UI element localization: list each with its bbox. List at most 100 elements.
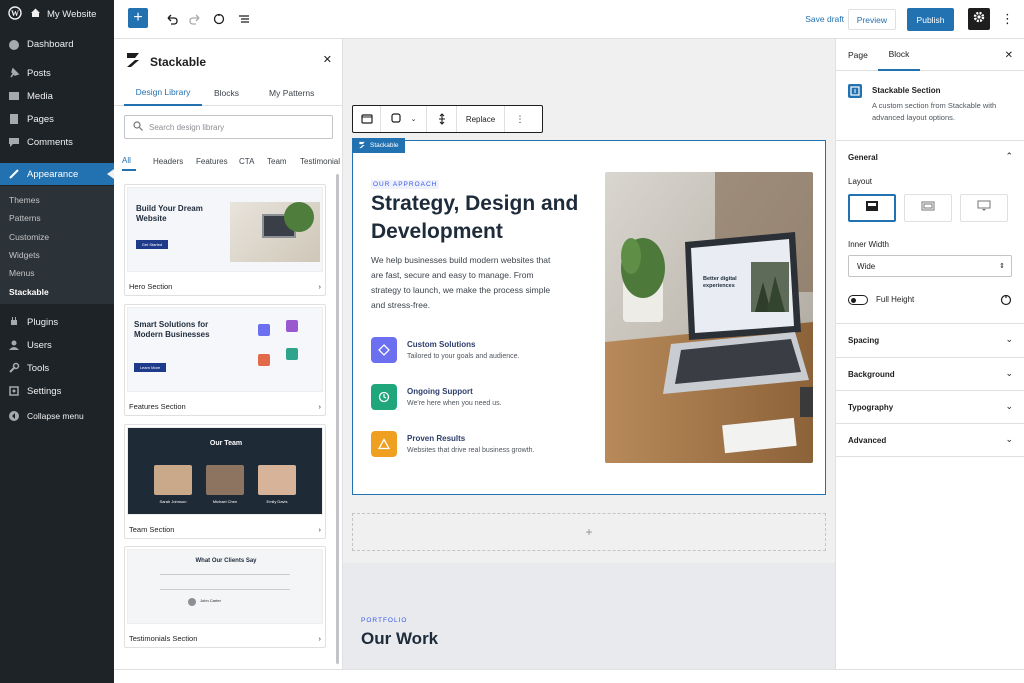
tab-design-library[interactable]: Design Library: [124, 79, 202, 106]
editor-topbar: + Save draft Preview Publish ⋮: [114, 0, 1024, 39]
wordpress-logo-icon[interactable]: W: [8, 5, 22, 23]
more-options-icon[interactable]: ⋮: [1001, 11, 1014, 27]
panel-spacing[interactable]: Spacing ⌄: [836, 323, 1024, 357]
publish-button[interactable]: Publish: [907, 8, 954, 31]
undo-icon[interactable]: [164, 11, 180, 27]
submenu-customize[interactable]: Customize: [0, 228, 114, 246]
tab-my-patterns[interactable]: My Patterns: [269, 79, 314, 106]
admin-top: W My Website: [0, 0, 114, 28]
details-icon[interactable]: [211, 11, 227, 27]
layout-boxed-icon: [921, 199, 935, 217]
block-type-icon[interactable]: [353, 106, 381, 132]
submenu-patterns[interactable]: Patterns: [0, 209, 114, 227]
laptop-photo[interactable]: Better digital experiences: [605, 172, 813, 463]
our-work-section[interactable]: PORTFOLIO Our Work: [343, 563, 835, 669]
pattern-card-team[interactable]: Our Team Sarah Johnson Michael Chen Emil…: [124, 424, 326, 539]
editor-canvas: ⌄ Replace ⋮ OUR APPROACH Strategy, Desig…: [343, 39, 835, 669]
submenu-widgets[interactable]: Widgets: [0, 246, 114, 264]
category-cta[interactable]: CTA: [239, 151, 254, 171]
submenu-themes[interactable]: Themes: [0, 191, 114, 209]
more-options-icon[interactable]: ⋮: [505, 106, 535, 132]
category-team[interactable]: Team: [267, 151, 287, 171]
tab-page[interactable]: Page: [848, 39, 868, 71]
block-description: A custom section from Stackable with adv…: [872, 101, 997, 122]
site-name: My Website: [47, 8, 97, 20]
pattern-card-features[interactable]: Smart Solutions for Modern Businesses Le…: [124, 304, 326, 416]
features-thumbnail: Smart Solutions for Modern Businesses Le…: [127, 307, 323, 392]
library-search[interactable]: Search design library: [124, 115, 333, 139]
section-paragraph[interactable]: We help businesses build modern websites…: [371, 253, 556, 313]
panel-typography[interactable]: Typography ⌄: [836, 390, 1024, 424]
menu-item-appearance[interactable]: Appearance: [0, 163, 114, 185]
save-draft-button[interactable]: Save draft: [805, 14, 844, 24]
move-icon[interactable]: [427, 106, 457, 132]
category-features[interactable]: Features: [196, 151, 228, 171]
menu-item-plugins[interactable]: Plugins: [0, 311, 114, 333]
layout-option-3[interactable]: [960, 194, 1008, 222]
home-icon: [30, 7, 41, 21]
feature-title: Custom Solutions: [407, 340, 476, 349]
menu-item-media[interactable]: Media: [0, 85, 114, 107]
full-height-toggle[interactable]: [848, 295, 868, 305]
submenu-menus[interactable]: Menus: [0, 264, 114, 282]
member-photo: [206, 465, 244, 495]
menu-item-pages[interactable]: Pages: [0, 108, 114, 130]
pattern-card-testimonials[interactable]: What Our Clients Say John Carter Testimo…: [124, 546, 326, 648]
chevron-up-icon: ⌃: [1005, 151, 1013, 161]
chevron-down-icon: ⌄: [1005, 334, 1013, 344]
category-testimonial[interactable]: Testimonial: [300, 151, 340, 171]
collapse-menu[interactable]: Collapse menu: [0, 405, 114, 427]
settings-gear-button[interactable]: [968, 8, 990, 30]
menu-item-settings[interactable]: Settings: [0, 380, 114, 402]
category-filter: All Headers Features CTA Team Testimonia…: [122, 151, 342, 171]
member-name: Michael Chen: [212, 499, 238, 504]
submenu-stackable[interactable]: Stackable: [0, 283, 114, 301]
layout-option-2[interactable]: [904, 194, 952, 222]
layout-option-1[interactable]: [848, 194, 896, 222]
feature-title: Proven Results: [407, 434, 466, 443]
chevron-down-icon: ⌄: [410, 116, 417, 123]
pattern-card-hero[interactable]: Build Your Dream Website Get Started Her…: [124, 184, 326, 296]
menu-item-users[interactable]: Users: [0, 334, 114, 356]
pin-icon: [8, 67, 20, 79]
member-name: Emily Davis: [266, 499, 288, 504]
team-thumbnail: Our Team Sarah Johnson Michael Chen Emil…: [127, 427, 323, 515]
redo-icon[interactable]: [187, 11, 203, 27]
tab-block[interactable]: Block: [878, 39, 920, 71]
menu-item-dashboard[interactable]: Dashboard: [0, 33, 114, 55]
panel-background[interactable]: Background ⌄: [836, 357, 1024, 391]
close-sidebar-icon[interactable]: ✕: [1005, 39, 1013, 71]
style-icon: [390, 113, 401, 125]
feature-custom-solutions[interactable]: Custom Solutions Tailored to your goals …: [371, 337, 601, 367]
preview-button[interactable]: Preview: [847, 9, 896, 30]
chevron-down-icon: ⌄: [1005, 368, 1013, 378]
member-photo: [154, 465, 192, 495]
panel-general[interactable]: General ⌃: [836, 140, 1024, 182]
person-name: John Carter: [200, 598, 221, 603]
menu-item-comments[interactable]: Comments: [0, 131, 114, 153]
feature-proven-results[interactable]: Proven Results Websites that drive real …: [371, 431, 601, 461]
tab-blocks[interactable]: Blocks: [214, 79, 239, 106]
close-library-icon[interactable]: ✕: [323, 53, 332, 66]
site-link[interactable]: My Website: [30, 7, 96, 21]
add-block-button[interactable]: +: [128, 8, 148, 28]
style-dropdown[interactable]: ⌄: [381, 106, 427, 132]
stackable-block-label[interactable]: Stackable: [352, 138, 405, 153]
category-all[interactable]: All: [122, 151, 136, 171]
menu-item-tools[interactable]: Tools: [0, 357, 114, 379]
laptop-screen-text: Better digital experiences: [703, 276, 737, 289]
collapse-icon: [8, 410, 20, 422]
menu-item-posts[interactable]: Posts: [0, 62, 114, 84]
inner-width-select[interactable]: Wide ⇕: [848, 255, 1012, 277]
section-heading[interactable]: Strategy, Design and Development: [371, 190, 581, 246]
replace-button[interactable]: Replace: [457, 106, 505, 132]
library-scrollbar[interactable]: [336, 174, 339, 664]
add-block-placeholder[interactable]: +: [352, 513, 826, 551]
reset-icon[interactable]: [1000, 293, 1012, 311]
feature-ongoing-support[interactable]: Ongoing Support We're here when you need…: [371, 384, 601, 414]
layout-full-icon: [865, 199, 879, 217]
list-view-icon[interactable]: [236, 11, 252, 27]
panel-advanced[interactable]: Advanced ⌄: [836, 423, 1024, 457]
category-headers[interactable]: Headers: [153, 151, 183, 171]
stackable-section[interactable]: OUR APPROACH Strategy, Design and Develo…: [352, 140, 826, 495]
